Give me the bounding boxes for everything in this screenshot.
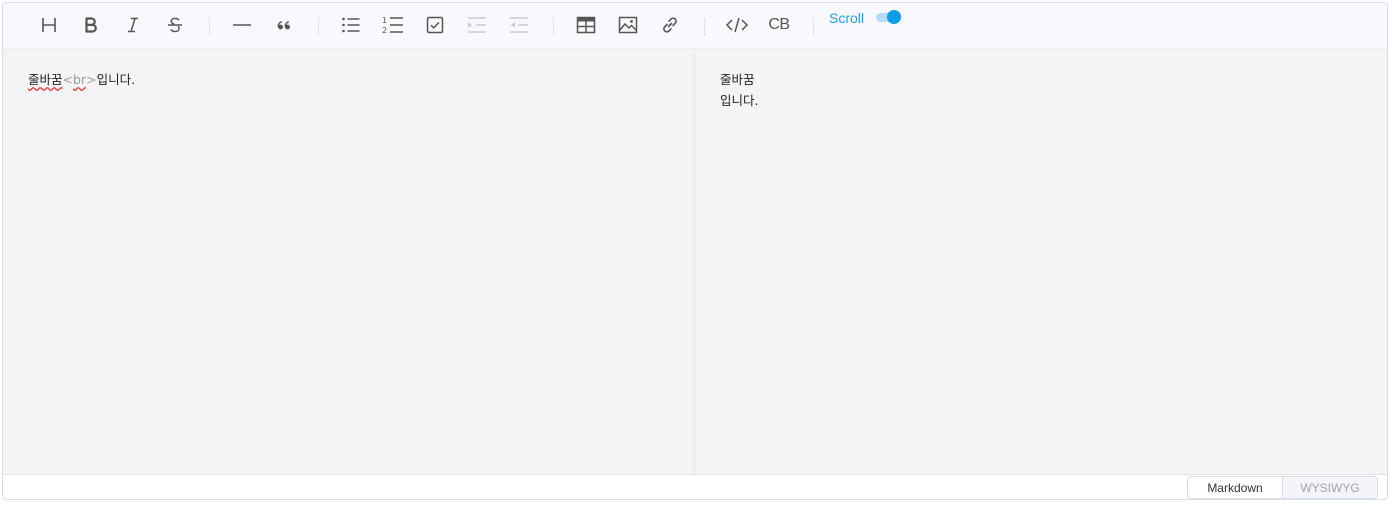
bullet-list-icon [342, 17, 360, 33]
html-tag-open: < [62, 72, 73, 87]
markdown-text-line[interactable]: 줄바꿈<br>입니다. [28, 69, 135, 88]
ordered-list-button[interactable]: 12 [377, 9, 409, 41]
wysiwyg-mode-tab[interactable]: WYSIWYG [1282, 476, 1378, 499]
image-button[interactable] [612, 9, 644, 41]
html-tag-name: br [73, 72, 87, 87]
toolbar-divider [704, 18, 705, 36]
link-icon [663, 17, 677, 33]
link-button[interactable] [654, 9, 686, 41]
preview-line: 줄바꿈 [720, 72, 755, 87]
indent-button[interactable] [461, 9, 493, 41]
bold-button[interactable] [75, 9, 107, 41]
task-list-button[interactable] [419, 9, 451, 41]
ordered-list-icon: 12 [382, 16, 403, 35]
table-button[interactable] [570, 9, 602, 41]
mode-switch-bar: Markdown WYSIWYG [3, 474, 1387, 499]
horizontal-rule-icon [233, 24, 251, 26]
markdown-mode-tab[interactable]: Markdown [1187, 476, 1283, 499]
outdent-icon [510, 17, 528, 33]
bold-icon [85, 17, 97, 33]
preview-line: 입니다. [720, 93, 759, 108]
toolbar-divider [318, 18, 319, 36]
scroll-sync-label: Scroll [829, 10, 865, 26]
markdown-word: 입니다. [96, 72, 136, 87]
editor-toolbar: 12 CB Scroll [3, 3, 1387, 49]
strike-icon [168, 17, 182, 33]
image-icon [618, 16, 638, 34]
toolbar-divider [553, 18, 554, 36]
markdown-word: 줄바꿈 [28, 72, 63, 87]
indent-icon [468, 17, 486, 33]
italic-button[interactable] [117, 9, 149, 41]
heading-icon [42, 18, 56, 32]
strike-button[interactable] [159, 9, 191, 41]
quote-icon [277, 20, 290, 30]
table-icon [576, 16, 596, 34]
preview-paragraph: 줄바꿈 입니다. [720, 69, 758, 111]
svg-text:1: 1 [382, 16, 387, 25]
toolbar-divider [813, 18, 814, 36]
scroll-sync-toggle[interactable] [874, 9, 902, 25]
task-list-icon [426, 16, 444, 34]
heading-button[interactable] [33, 9, 65, 41]
italic-icon [128, 17, 138, 33]
scroll-sync-label-wrap: Scroll [829, 7, 864, 29]
markdown-editor: 12 CB Scroll 줄바꿈<br>입니다. 줄바꿈 입니다. Markdo… [2, 2, 1388, 500]
html-tag-close: > [86, 72, 97, 87]
quote-button[interactable] [268, 9, 300, 41]
code-icon [725, 17, 749, 33]
markdown-pane[interactable]: 줄바꿈<br>입니다. [3, 49, 695, 474]
hr-button[interactable] [226, 9, 258, 41]
codeblock-button[interactable]: CB [763, 9, 795, 41]
code-button[interactable] [721, 9, 753, 41]
preview-pane: 줄바꿈 입니다. [695, 49, 1387, 474]
codeblock-icon: CB [768, 16, 790, 33]
svg-text:2: 2 [382, 26, 387, 35]
toolbar-divider [209, 18, 210, 36]
toggle-knob [887, 10, 901, 24]
bullet-list-button[interactable] [335, 9, 367, 41]
html-tag: <br> [63, 72, 97, 87]
outdent-button[interactable] [503, 9, 535, 41]
